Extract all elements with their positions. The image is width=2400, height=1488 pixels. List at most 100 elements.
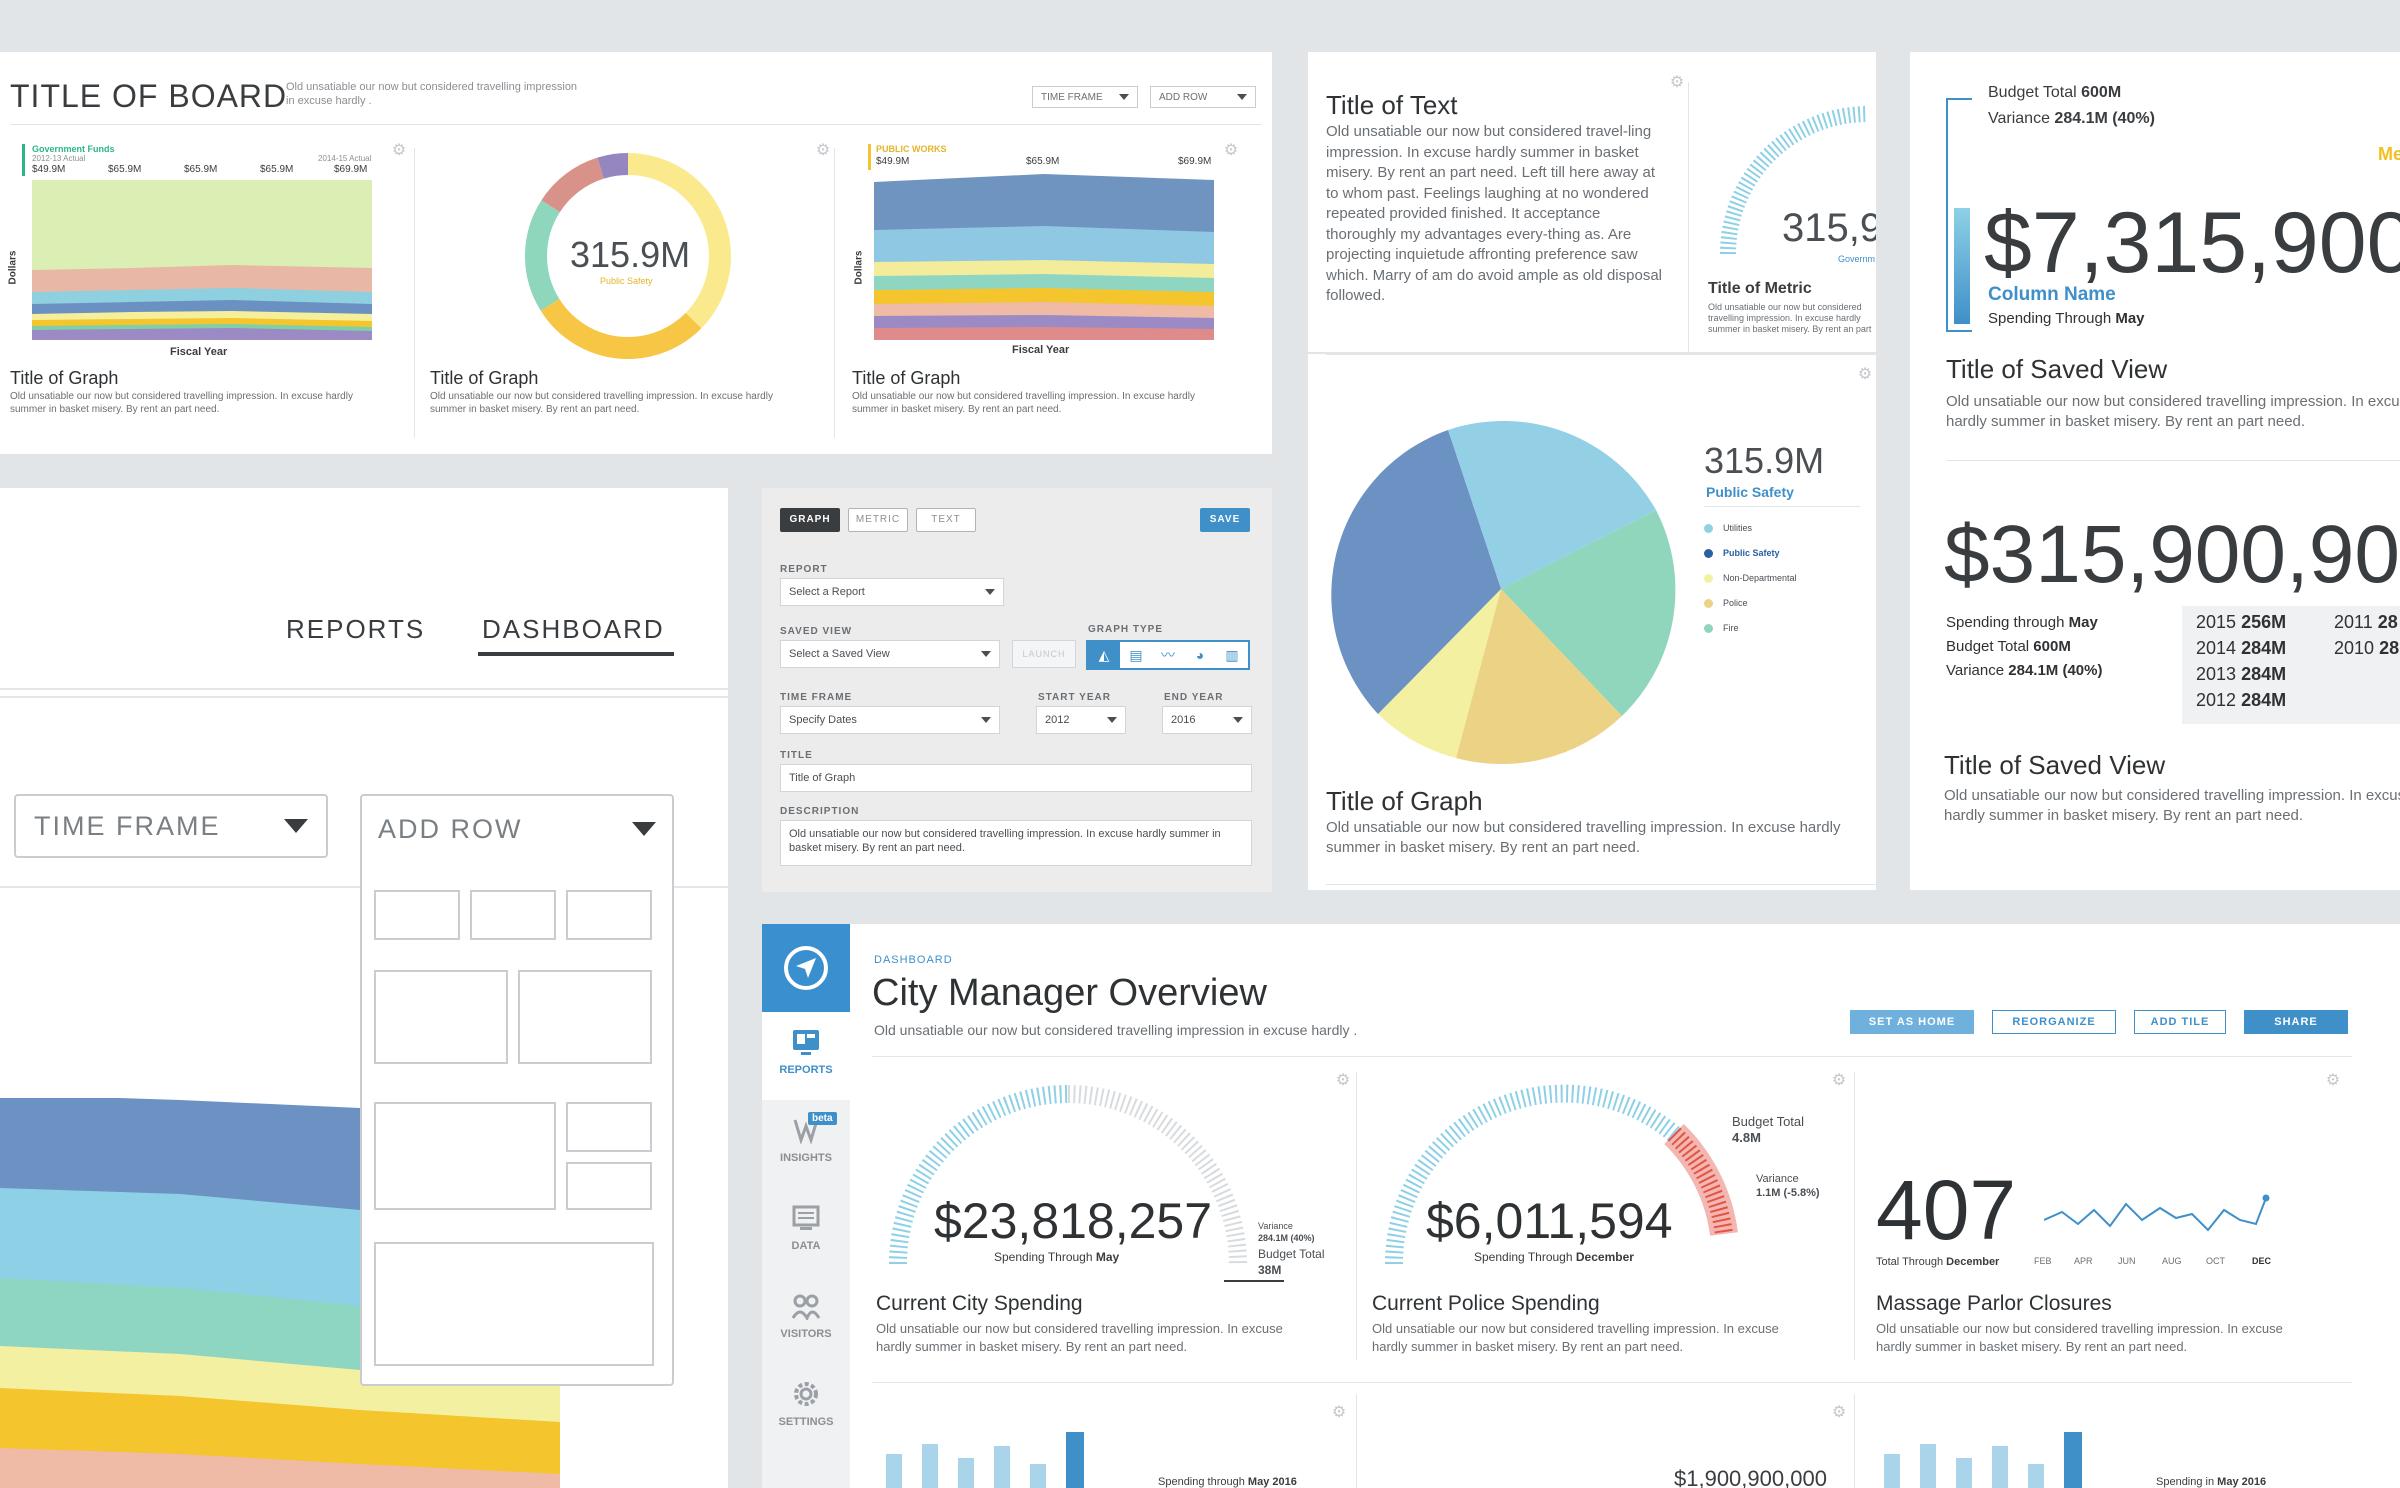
pie-chart-icon[interactable]: ◕	[1184, 642, 1216, 668]
budget-value: 4.8M	[1732, 1130, 1761, 1145]
builder-panel: REPORTS DASHBOARD TIME FRAME ADD ROW	[0, 488, 728, 1488]
year-row: 2010 28	[2334, 638, 2399, 659]
month-label: AUG	[2162, 1256, 2182, 1266]
sidebar-item-data[interactable]: DATA	[762, 1204, 850, 1252]
area-chart-icon[interactable]: ◭	[1088, 642, 1120, 668]
time-frame-dropdown[interactable]: TIME FRAME	[1032, 86, 1138, 108]
nav-reports[interactable]: REPORTS	[286, 614, 425, 645]
gear-icon[interactable]: ⚙	[1830, 1072, 1848, 1090]
report-label: REPORT	[780, 564, 828, 575]
visitors-icon	[791, 1294, 821, 1320]
time-frame-dropdown[interactable]: TIME FRAME	[14, 794, 328, 858]
sidebar-item-reports[interactable]: REPORTS	[762, 1028, 850, 1076]
tab-graph[interactable]: GRAPH	[780, 508, 840, 532]
graph-type-picker[interactable]: ◭ ▤ 〰 ◕ ▥	[1086, 640, 1250, 670]
layout-cell	[566, 1162, 652, 1210]
gear-icon[interactable]: ⚙	[1856, 366, 1874, 384]
tab-metric[interactable]: METRIC	[848, 508, 908, 532]
gear-icon[interactable]: ⚙	[814, 142, 832, 160]
breadcrumb[interactable]: DASHBOARD	[874, 954, 953, 966]
tile-desc: Old unsatiable our now but considered tr…	[1876, 1321, 2283, 1354]
chevron-down-icon	[1233, 717, 1243, 723]
gear-icon[interactable]: ⚙	[390, 142, 408, 160]
launch-button[interactable]: LAUNCH	[1012, 640, 1076, 668]
tile-title: Current Police Spending	[1372, 1292, 1600, 1315]
start-year-select[interactable]: 2012	[1036, 706, 1126, 734]
graph-desc: Old unsatiable our now but considered tr…	[852, 391, 1195, 415]
area-chart-tile: PUBLIC WORKS $49.9M $65.9M $69.9M ⚙ Doll…	[852, 142, 1252, 442]
police-spending-tile: ⚙ $6,011,594 Spending Through December B…	[1368, 1062, 1858, 1382]
area-chart	[874, 174, 1214, 340]
legend-swatch	[1704, 599, 1713, 609]
row-layout-2col[interactable]	[374, 970, 662, 1066]
data-icon	[792, 1205, 820, 1230]
variance-label: Variance	[1258, 1221, 1293, 1231]
row-layout-split[interactable]	[374, 1102, 662, 1212]
through-label: Spending Through	[994, 1250, 1093, 1264]
tab-text[interactable]: TEXT	[916, 508, 976, 532]
layout-cell	[374, 1102, 556, 1210]
saved-view-title: Title of Saved View	[1946, 354, 2168, 384]
sidebar-item-visitors[interactable]: VISITORS	[762, 1292, 850, 1340]
nav-dashboard[interactable]: DASHBOARD	[482, 614, 665, 645]
graph-desc: Old unsatiable our now but considered tr…	[430, 391, 773, 415]
divider	[1946, 460, 2400, 461]
budget-label: Budget Total	[1258, 1247, 1325, 1261]
metric-title: Title of Metric	[1708, 280, 1812, 297]
area-chart-tile: Government Funds 2012-13 Actual 2014-15 …	[7, 142, 410, 442]
logo[interactable]	[762, 924, 850, 1012]
row-layout-3col[interactable]	[374, 890, 662, 940]
end-year-value: 2016	[1171, 714, 1196, 726]
bar-chart-icon[interactable]: ▥	[1216, 642, 1248, 668]
sidebar-item-settings[interactable]: SETTINGS	[762, 1380, 850, 1428]
tile-title: Current City Spending	[876, 1292, 1083, 1315]
description-textarea[interactable]: Old unsatiable our now but considered tr…	[780, 820, 1252, 866]
legend-bar	[868, 144, 871, 170]
graph-title: Title of Graph	[852, 368, 961, 388]
description-label: DESCRIPTION	[780, 806, 860, 817]
pie-label: Public Safety	[1706, 484, 1794, 500]
gear-icon[interactable]: ⚙	[1330, 1404, 1348, 1422]
row-layout-full[interactable]	[374, 1242, 654, 1366]
add-row-dropdown[interactable]: ADD ROW	[360, 794, 674, 1386]
gear-icon[interactable]: ⚙	[1222, 142, 1240, 160]
report-select[interactable]: Select a Report	[780, 578, 1004, 606]
beta-badge: beta	[808, 1112, 837, 1125]
saved-view-panel: Budget Total 600M Variance 284.1M (40%) …	[1910, 52, 2400, 890]
graph-desc: Old unsatiable our now but considered tr…	[1326, 819, 1841, 856]
variance-label: Variance	[1988, 110, 2050, 127]
chevron-down-icon	[1237, 94, 1247, 100]
gear-icon[interactable]: ⚙	[1830, 1404, 1848, 1422]
time-frame-value: Specify Dates	[789, 714, 857, 726]
year: 2013	[2196, 664, 2237, 684]
year-row: 2012 284M	[2196, 690, 2286, 711]
spending-through-label: Spending Through	[1988, 310, 2112, 327]
y-axis-label: Dollars	[853, 250, 865, 285]
title-input[interactable]: Title of Graph	[780, 764, 1252, 792]
nav-underline	[478, 652, 674, 656]
end-year-select[interactable]: 2016	[1162, 706, 1252, 734]
add-row-dropdown[interactable]: ADD ROW	[1150, 86, 1256, 108]
settings-icon	[794, 1382, 818, 1406]
month-label: OCT	[2206, 1256, 2225, 1266]
value-label: $65.9M	[1026, 156, 1060, 167]
save-button[interactable]: SAVE	[1200, 508, 1250, 532]
gear-icon[interactable]: ⚙	[2324, 1072, 2342, 1090]
gear-icon[interactable]: ⚙	[1668, 74, 1686, 92]
year-value: 28	[2377, 612, 2398, 632]
line-chart-icon[interactable]: 〰	[1152, 642, 1184, 668]
value-label: $65.9M	[184, 164, 218, 175]
saved-view-label: SAVED VIEW	[780, 626, 853, 637]
time-frame-select[interactable]: Specify Dates	[780, 706, 1000, 734]
reorganize-button[interactable]: REORGANIZE	[1992, 1010, 2116, 1034]
saved-view-select[interactable]: Select a Saved View	[780, 640, 1000, 668]
month-label: FEB	[2034, 1256, 2052, 1266]
set-as-home-button[interactable]: SET AS HOME	[1850, 1010, 1974, 1034]
stacked-chart-icon[interactable]: ▤	[1120, 642, 1152, 668]
graph-title: Title of Graph	[430, 368, 539, 388]
gear-icon[interactable]: ⚙	[1334, 1072, 1352, 1090]
value-label: $49.9M	[876, 156, 910, 167]
sidebar-item-insights[interactable]: INSIGHTS beta	[762, 1112, 850, 1164]
add-tile-button[interactable]: ADD TILE	[2134, 1010, 2226, 1034]
share-button[interactable]: SHARE	[2244, 1010, 2348, 1034]
